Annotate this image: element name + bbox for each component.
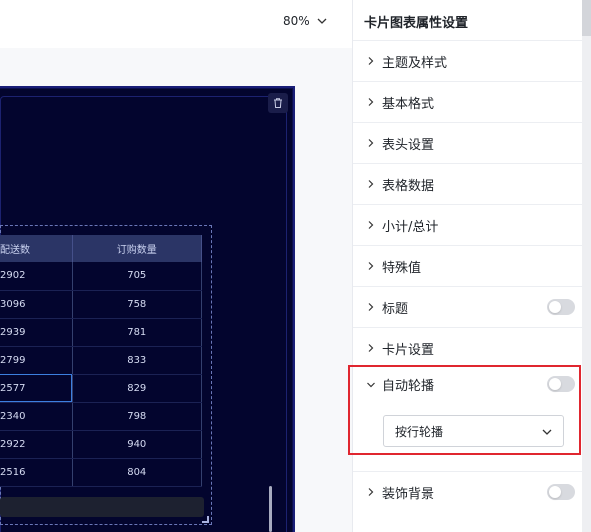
- design-canvas: 80% 配送数 订购数量 2902 705 3096 758 2939 781 …: [0, 0, 352, 532]
- column-header[interactable]: 订购数量: [72, 235, 202, 262]
- table-row: 2939 781: [0, 318, 202, 347]
- decoration-background-toggle[interactable]: [547, 484, 575, 500]
- table-cell[interactable]: 798: [72, 402, 202, 431]
- section-label: 表头设置: [382, 137, 435, 153]
- table-cell[interactable]: 2516: [0, 458, 73, 487]
- section-table-data[interactable]: 表格数据: [353, 163, 583, 204]
- section-label: 基本格式: [382, 96, 435, 112]
- table-row: 2902 705: [0, 262, 202, 291]
- data-table: 配送数 订购数量 2902 705 3096 758 2939 781 2799…: [0, 235, 202, 487]
- section-basic-format[interactable]: 基本格式: [353, 81, 583, 122]
- chevron-down-icon: [317, 18, 327, 24]
- section-special-values[interactable]: 特殊值: [353, 245, 583, 286]
- section-theme-style[interactable]: 主题及样式: [353, 40, 583, 81]
- panel-scrollbar-thumb[interactable]: [582, 0, 591, 36]
- table-cell[interactable]: 833: [72, 346, 202, 375]
- section-title[interactable]: 标题: [353, 286, 583, 327]
- table-row: 2799 833: [0, 346, 202, 375]
- resize-handle[interactable]: [202, 516, 209, 523]
- column-header[interactable]: 配送数: [0, 235, 73, 262]
- table-cell[interactable]: 705: [72, 262, 202, 291]
- table-cell[interactable]: 758: [72, 290, 202, 319]
- section-label: 标题: [382, 301, 409, 317]
- table-row: 2577 829: [0, 374, 202, 403]
- table-cell[interactable]: 2939: [0, 318, 73, 347]
- table-cell[interactable]: 781: [72, 318, 202, 347]
- section-label: 小计/总计: [382, 219, 439, 235]
- table-row: 2340 798: [0, 402, 202, 431]
- zoom-dropdown[interactable]: 80%: [283, 14, 328, 28]
- chevron-right-icon: [368, 221, 374, 229]
- table-row: 2516 804: [0, 458, 202, 487]
- section-label: 主题及样式: [382, 55, 448, 71]
- chevron-right-icon: [368, 488, 374, 496]
- table-cell[interactable]: 2340: [0, 402, 73, 431]
- title-toggle[interactable]: [547, 299, 575, 315]
- table-row: 2922 940: [0, 430, 202, 459]
- chevron-right-icon: [368, 344, 374, 352]
- section-header-settings[interactable]: 表头设置: [353, 122, 583, 163]
- highlight-frame: [348, 365, 581, 455]
- chevron-right-icon: [368, 57, 374, 65]
- section-decoration-background[interactable]: 装饰背景: [353, 471, 583, 512]
- zoom-value: 80%: [283, 14, 310, 28]
- panel-scrollbar-track[interactable]: [582, 0, 591, 532]
- table-cell[interactable]: 940: [72, 430, 202, 459]
- section-card-settings[interactable]: 卡片设置: [353, 327, 583, 368]
- table-cell[interactable]: 3096: [0, 290, 73, 319]
- chevron-right-icon: [368, 98, 374, 106]
- canvas-toolbar: 80%: [0, 0, 352, 48]
- section-label: 表格数据: [382, 178, 435, 194]
- chevron-right-icon: [368, 180, 374, 188]
- canvas-vertical-scrollbar[interactable]: [269, 486, 272, 532]
- section-label: 卡片设置: [382, 342, 435, 358]
- section-label: 装饰背景: [382, 486, 435, 502]
- table-row: 3096 758: [0, 290, 202, 319]
- table-cell-selected[interactable]: 2577: [0, 374, 73, 403]
- chevron-right-icon: [368, 139, 374, 147]
- table-cell[interactable]: 829: [72, 374, 202, 403]
- table-horizontal-scrollbar[interactable]: [0, 497, 204, 517]
- trash-icon: [274, 98, 282, 108]
- section-label: 特殊值: [382, 260, 422, 276]
- chevron-right-icon: [368, 262, 374, 270]
- chevron-right-icon: [368, 303, 374, 311]
- table-cell[interactable]: 2902: [0, 262, 73, 291]
- table-cell[interactable]: 2799: [0, 346, 73, 375]
- section-subtotal[interactable]: 小计/总计: [353, 204, 583, 245]
- table-cell[interactable]: 2922: [0, 430, 73, 459]
- panel-title: 卡片图表属性设置: [364, 16, 469, 31]
- table-cell[interactable]: 804: [72, 458, 202, 487]
- delete-component-button[interactable]: [268, 93, 288, 113]
